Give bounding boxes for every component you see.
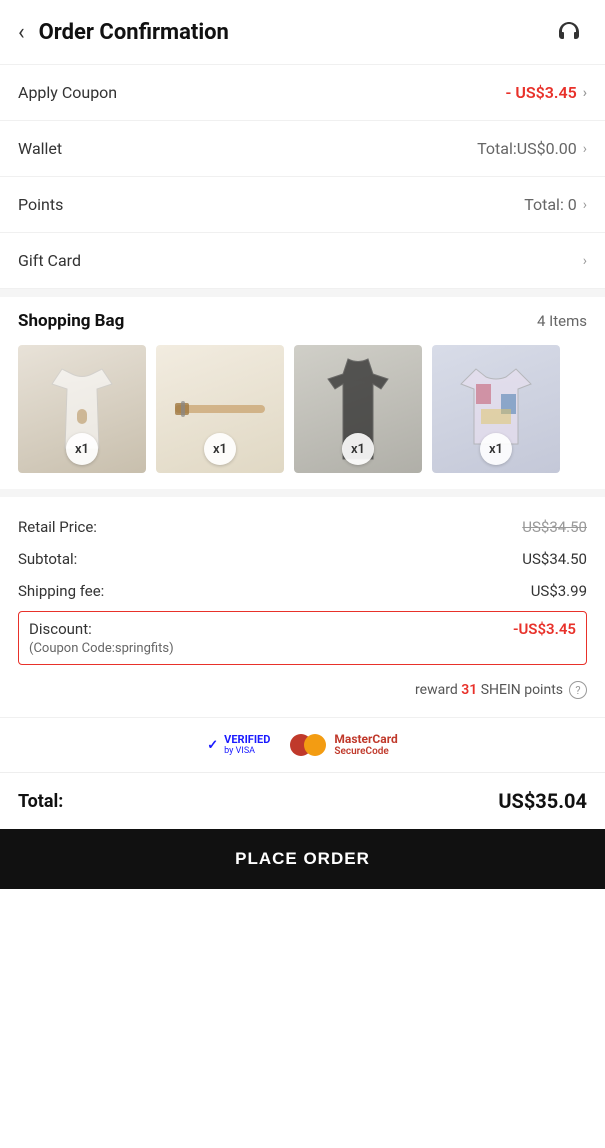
page-title: Order Confirmation bbox=[33, 20, 551, 45]
coupon-label: Apply Coupon bbox=[18, 83, 117, 102]
visa-text: VERIFIED by VISA bbox=[224, 733, 270, 757]
shipping-row: Shipping fee: US$3.99 bbox=[18, 575, 587, 607]
points-chevron: › bbox=[583, 197, 587, 213]
item-qty-3: x1 bbox=[342, 433, 374, 465]
mc-text: MasterCard SecureCode bbox=[334, 732, 397, 758]
price-summary: Retail Price: US$34.50 Subtotal: US$34.5… bbox=[0, 489, 605, 717]
coupon-value: - US$3.45 › bbox=[506, 83, 587, 102]
reward-row: reward 31 SHEIN points ? bbox=[18, 673, 587, 703]
product-item-4[interactable]: x1 bbox=[432, 345, 560, 473]
wallet-row[interactable]: Wallet Total:US$0.00 › bbox=[0, 121, 605, 177]
gift-card-row[interactable]: Gift Card › bbox=[0, 233, 605, 289]
support-icon[interactable] bbox=[551, 14, 587, 50]
shipping-label: Shipping fee: bbox=[18, 582, 104, 600]
wallet-label: Wallet bbox=[18, 139, 62, 158]
apply-coupon-row[interactable]: Apply Coupon - US$3.45 › bbox=[0, 65, 605, 121]
visa-checkmark-icon: ✓ bbox=[207, 738, 218, 753]
discount-amount: -US$3.45 bbox=[513, 620, 576, 638]
retail-price-row: Retail Price: US$34.50 bbox=[18, 511, 587, 543]
mc-circles bbox=[290, 734, 326, 756]
product-item-2[interactable]: x1 bbox=[156, 345, 284, 473]
total-amount: US$35.04 bbox=[498, 789, 587, 813]
reward-info-icon[interactable]: ? bbox=[569, 681, 587, 699]
item-qty-4: x1 bbox=[480, 433, 512, 465]
coupon-chevron: › bbox=[583, 85, 587, 101]
coupon-code-note: (Coupon Code:springfits) bbox=[29, 641, 576, 656]
discount-label-row: Discount: -US$3.45 bbox=[29, 620, 576, 638]
reward-text: reward 31 SHEIN points bbox=[415, 682, 563, 698]
shopping-bag-header: Shopping Bag 4 Items bbox=[0, 289, 605, 341]
shopping-bag-items: x1 x1 x1 bbox=[0, 341, 605, 489]
item-qty-2: x1 bbox=[204, 433, 236, 465]
gift-card-label: Gift Card bbox=[18, 251, 81, 270]
subtotal-row: Subtotal: US$34.50 bbox=[18, 543, 587, 575]
subtotal-label: Subtotal: bbox=[18, 550, 77, 568]
points-row[interactable]: Points Total: 0 › bbox=[0, 177, 605, 233]
points-label: Points bbox=[18, 195, 63, 214]
discount-box: Discount: -US$3.45 (Coupon Code:springfi… bbox=[18, 611, 587, 665]
product-item-3[interactable]: x1 bbox=[294, 345, 422, 473]
back-button[interactable]: ‹ bbox=[18, 16, 33, 49]
points-value: Total: 0 › bbox=[524, 195, 587, 214]
place-order-button[interactable]: PLACE ORDER bbox=[0, 829, 605, 889]
header: ‹ Order Confirmation bbox=[0, 0, 605, 65]
gift-card-chevron: › bbox=[583, 253, 587, 269]
payment-badges: ✓ VERIFIED by VISA MasterCard SecureCode bbox=[0, 717, 605, 772]
shipping-value: US$3.99 bbox=[531, 582, 587, 600]
retail-value: US$34.50 bbox=[522, 518, 587, 536]
visa-verified-badge: ✓ VERIFIED by VISA bbox=[207, 733, 270, 757]
wallet-value: Total:US$0.00 › bbox=[477, 139, 587, 158]
shopping-bag-count: 4 Items bbox=[537, 312, 587, 330]
wallet-chevron: › bbox=[583, 141, 587, 157]
item-qty-1: x1 bbox=[66, 433, 98, 465]
total-label: Total: bbox=[18, 791, 63, 812]
mastercard-badge: MasterCard SecureCode bbox=[290, 732, 397, 758]
subtotal-value: US$34.50 bbox=[522, 550, 587, 568]
shopping-bag-title: Shopping Bag bbox=[18, 311, 124, 331]
total-bar: Total: US$35.04 bbox=[0, 772, 605, 829]
reward-points-value: 31 bbox=[461, 682, 477, 698]
retail-label: Retail Price: bbox=[18, 518, 97, 536]
discount-label: Discount: bbox=[29, 620, 92, 638]
product-item-1[interactable]: x1 bbox=[18, 345, 146, 473]
